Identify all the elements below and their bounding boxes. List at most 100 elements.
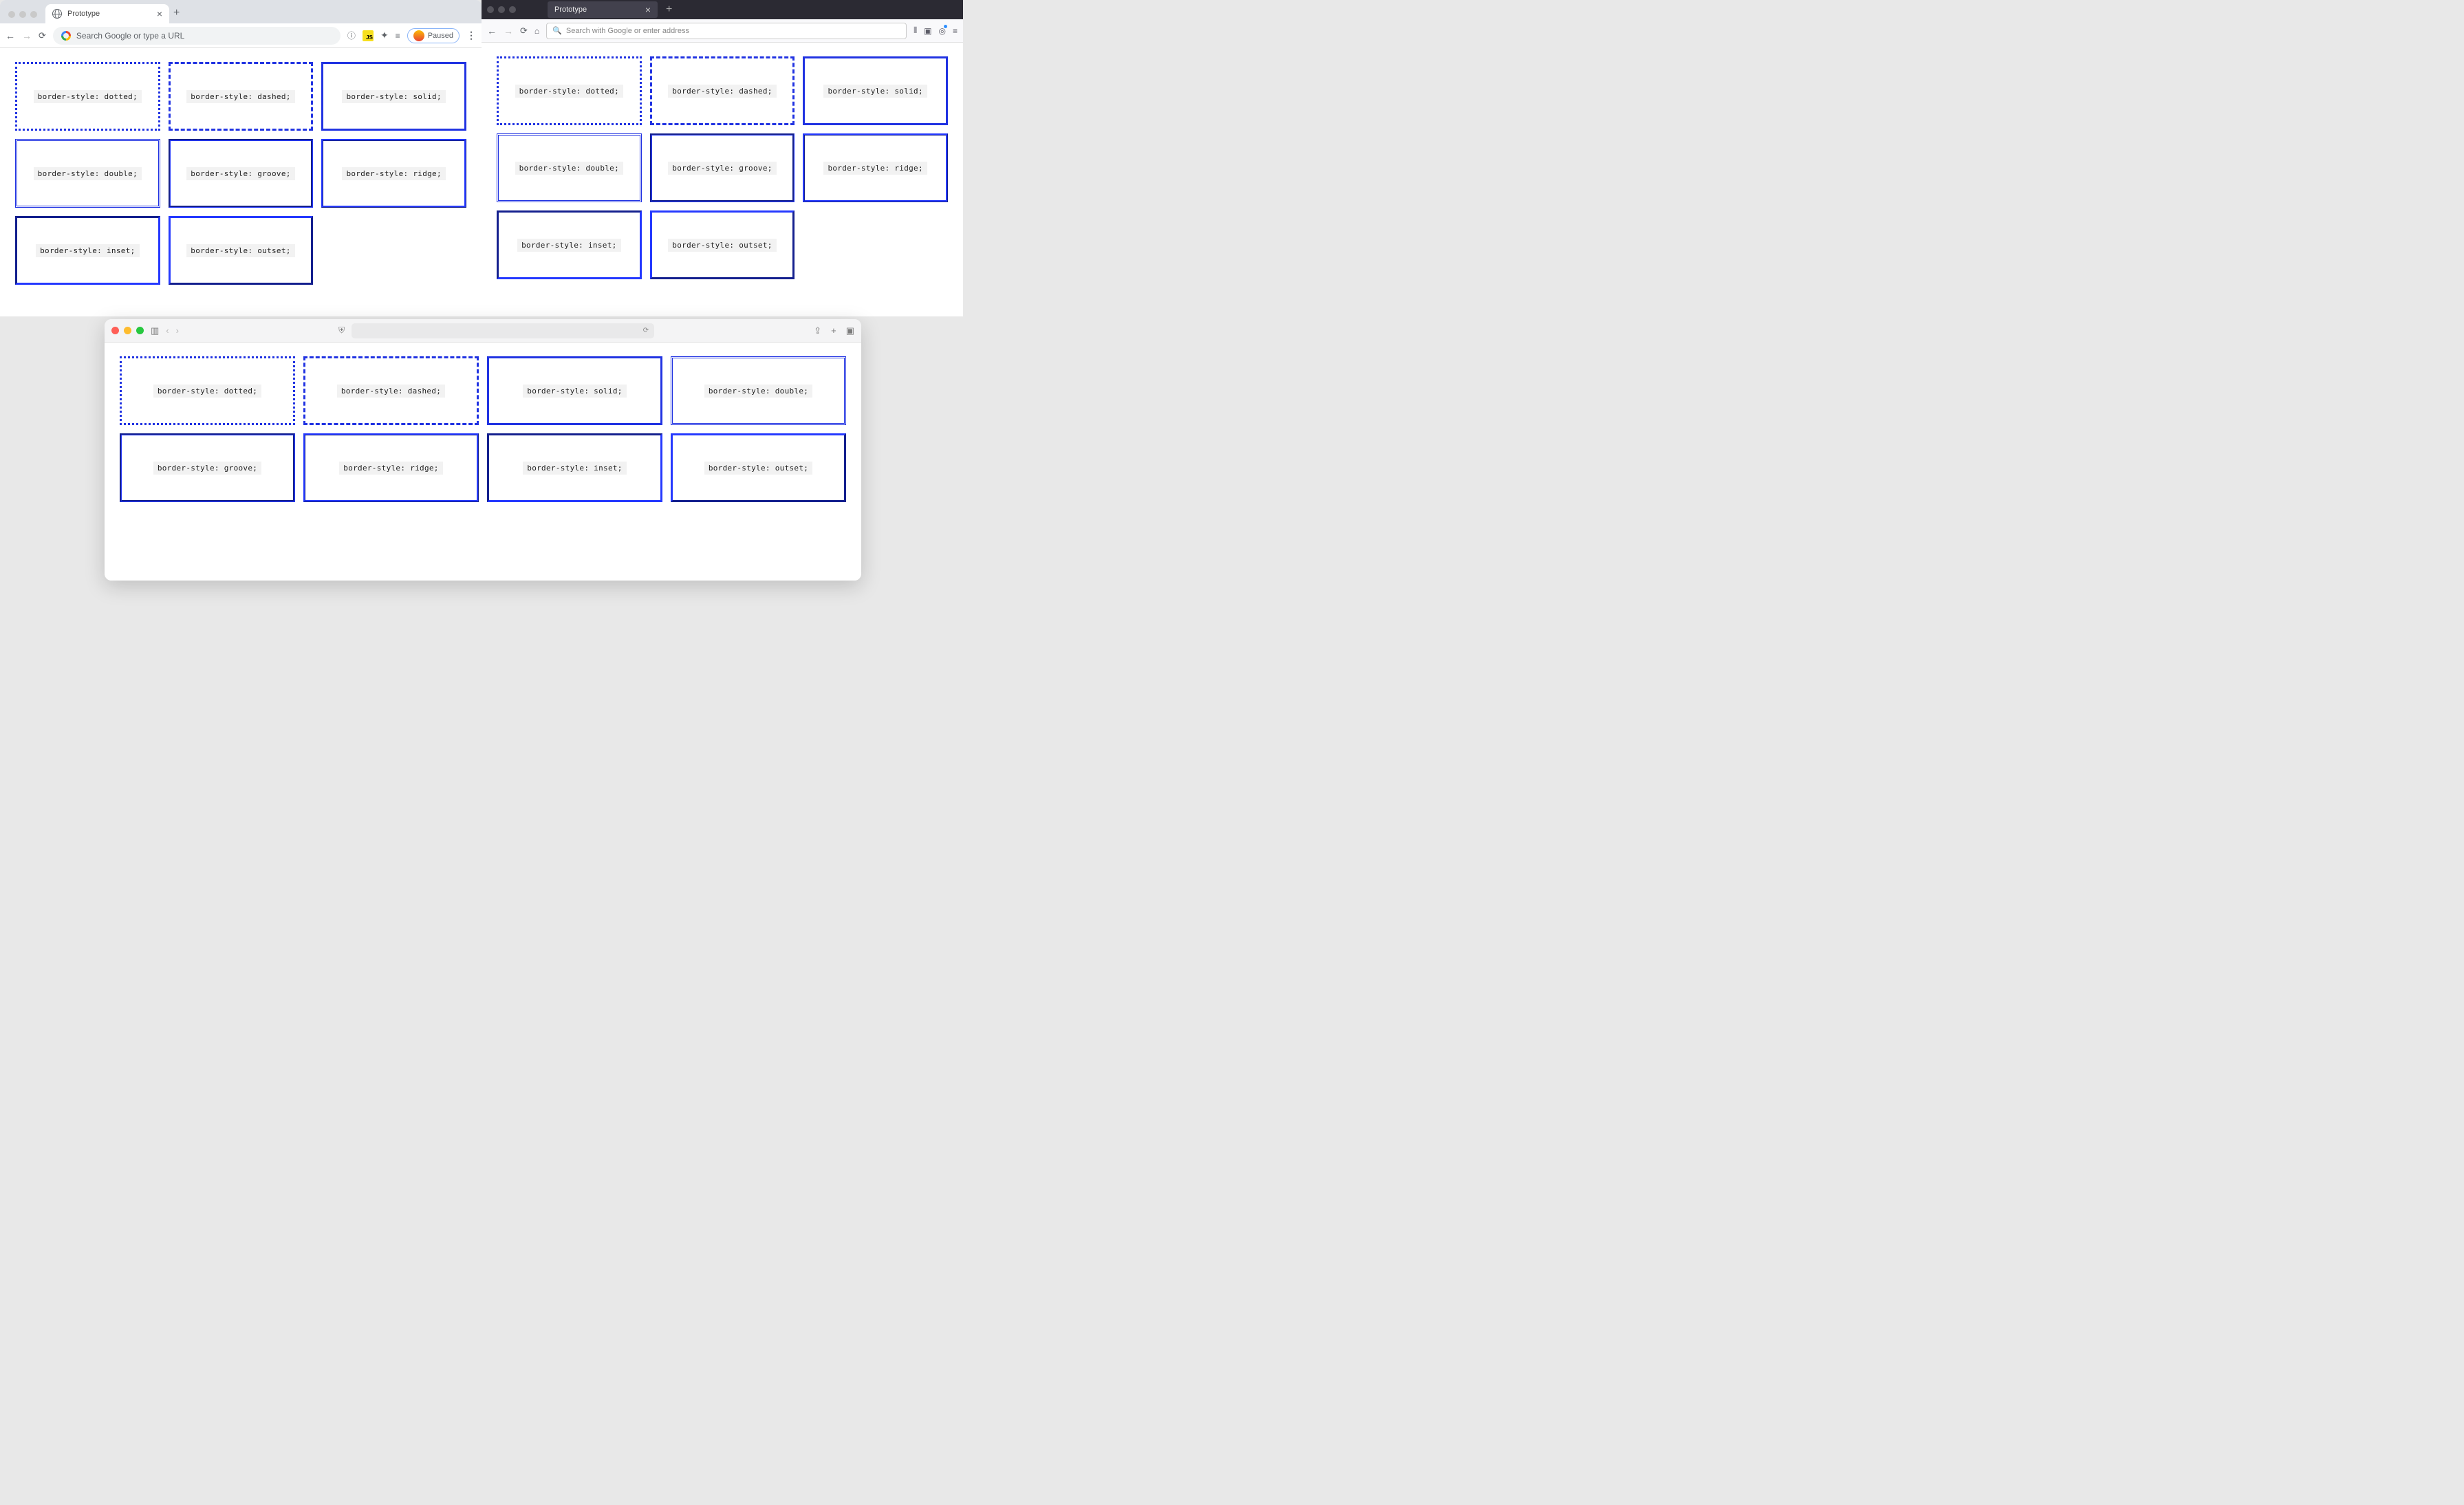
google-icon: [61, 31, 71, 41]
border-style-grid: border-style: dotted; border-style: dash…: [15, 62, 466, 285]
traffic-light-close[interactable]: [8, 11, 15, 18]
border-box-solid: border-style: solid;: [321, 62, 466, 131]
chrome-toolbar-icons: ⓘ JS ✦ ≡ Paused ⋮: [347, 28, 476, 43]
reading-list-icon[interactable]: ≡: [396, 31, 400, 41]
code-label: border-style: outset;: [668, 239, 776, 252]
border-box-dashed: border-style: dashed;: [169, 62, 314, 131]
new-tab-button[interactable]: +: [173, 7, 180, 23]
urlbar-placeholder: Search with Google or enter address: [566, 27, 689, 35]
code-label: border-style: double;: [704, 385, 812, 398]
reload-icon[interactable]: ⟳: [643, 327, 649, 334]
traffic-light-zoom[interactable]: [509, 6, 516, 13]
chrome-window: Prototype × + ← → ⟳ Search Google or typ…: [0, 0, 482, 316]
privacy-shield-icon[interactable]: ⛨: [338, 325, 345, 336]
traffic-light-zoom[interactable]: [136, 327, 144, 334]
safari-toolbar: ▥ ‹ › ⛨ ⟳ ⇪ + ▣: [105, 319, 861, 343]
share-icon[interactable]: ⇪: [814, 325, 821, 336]
code-label: border-style: solid;: [823, 85, 927, 98]
border-box-double: border-style: double;: [671, 356, 846, 425]
border-box-inset: border-style: inset;: [487, 433, 662, 502]
avatar-icon: [413, 30, 424, 41]
sidebar-icon[interactable]: ▥: [151, 325, 159, 336]
border-box-groove: border-style: groove;: [120, 433, 295, 502]
tabs-overview-icon[interactable]: ▣: [846, 325, 854, 336]
omnibox-placeholder: Search Google or type a URL: [76, 31, 184, 41]
sidebar-icon[interactable]: ▣: [924, 26, 931, 36]
new-tab-button[interactable]: +: [662, 3, 672, 16]
close-icon[interactable]: ×: [157, 8, 162, 19]
forward-button[interactable]: →: [504, 25, 513, 36]
chrome-toolbar: ← → ⟳ Search Google or type a URL ⓘ JS ✦…: [0, 23, 482, 48]
reload-button[interactable]: ⟳: [520, 25, 528, 36]
reload-button[interactable]: ⟳: [39, 30, 46, 41]
chrome-omnibox[interactable]: Search Google or type a URL: [53, 27, 341, 45]
forward-button[interactable]: →: [22, 30, 32, 41]
border-box-dashed: border-style: dashed;: [303, 356, 479, 425]
code-label: border-style: ridge;: [342, 167, 445, 180]
border-box-groove: border-style: groove;: [169, 139, 314, 208]
border-box-outset: border-style: outset;: [650, 210, 795, 279]
profile-label: Paused: [428, 32, 453, 40]
code-label: border-style: groove;: [186, 167, 294, 180]
traffic-light-minimize[interactable]: [19, 11, 26, 18]
border-box-outset: border-style: outset;: [671, 433, 846, 502]
safari-urlbar[interactable]: ⟳: [352, 323, 654, 338]
border-box-double: border-style: double;: [497, 133, 642, 202]
code-label: border-style: dashed;: [668, 85, 776, 98]
close-icon[interactable]: ×: [645, 4, 651, 15]
home-button[interactable]: ⌂: [534, 26, 539, 36]
code-label: border-style: solid;: [523, 385, 626, 398]
back-button[interactable]: ←: [6, 30, 15, 41]
firefox-tabstrip: Prototype × +: [482, 0, 963, 19]
code-label: border-style: dotted;: [515, 85, 623, 98]
border-box-dotted: border-style: dotted;: [497, 56, 642, 125]
globe-icon: [52, 9, 62, 19]
code-label: border-style: dashed;: [337, 385, 445, 398]
code-label: border-style: solid;: [342, 90, 445, 103]
code-label: border-style: ridge;: [823, 162, 927, 175]
back-button[interactable]: ←: [487, 25, 497, 36]
safari-window: ▥ ‹ › ⛨ ⟳ ⇪ + ▣ border-style: dotted; bo…: [105, 319, 861, 581]
chrome-tab[interactable]: Prototype ×: [45, 4, 169, 23]
traffic-light-close[interactable]: [487, 6, 494, 13]
code-label: border-style: double;: [515, 162, 623, 175]
new-tab-icon[interactable]: +: [831, 325, 836, 336]
traffic-light-zoom[interactable]: [30, 11, 37, 18]
border-box-inset: border-style: inset;: [497, 210, 642, 279]
firefox-traffic-lights: [487, 6, 543, 13]
back-button[interactable]: ‹: [166, 325, 169, 336]
traffic-light-close[interactable]: [111, 327, 119, 334]
info-icon[interactable]: ⓘ: [347, 30, 356, 41]
firefox-tab[interactable]: Prototype ×: [548, 1, 658, 18]
code-label: border-style: ridge;: [339, 462, 442, 475]
forward-button[interactable]: ›: [176, 325, 179, 336]
chrome-tabstrip: Prototype × +: [0, 0, 482, 23]
firefox-urlbar[interactable]: 🔍 Search with Google or enter address: [546, 23, 907, 39]
profile-chip[interactable]: Paused: [407, 28, 460, 43]
chrome-traffic-lights: [6, 11, 41, 23]
code-label: border-style: outset;: [186, 244, 294, 257]
traffic-light-minimize[interactable]: [124, 327, 131, 334]
border-box-ridge: border-style: ridge;: [803, 133, 948, 202]
menu-icon[interactable]: ≡: [953, 26, 958, 36]
js-extension-icon[interactable]: JS: [363, 30, 374, 41]
menu-icon[interactable]: ⋮: [466, 30, 476, 41]
border-box-ridge: border-style: ridge;: [303, 433, 479, 502]
traffic-light-minimize[interactable]: [498, 6, 505, 13]
border-box-dotted: border-style: dotted;: [15, 62, 160, 131]
border-box-inset: border-style: inset;: [15, 216, 160, 285]
extensions-icon[interactable]: ✦: [380, 30, 389, 41]
border-box-solid: border-style: solid;: [803, 56, 948, 125]
border-box-solid: border-style: solid;: [487, 356, 662, 425]
account-icon[interactable]: ◎: [939, 26, 946, 36]
code-label: border-style: groove;: [668, 162, 776, 175]
safari-traffic-lights: [111, 327, 144, 334]
border-box-dashed: border-style: dashed;: [650, 56, 795, 125]
code-label: border-style: double;: [34, 167, 142, 180]
firefox-window: Prototype × + ← → ⟳ ⌂ 🔍 Search with Goog…: [482, 0, 963, 316]
border-box-groove: border-style: groove;: [650, 133, 795, 202]
code-label: border-style: dotted;: [34, 90, 142, 103]
border-style-grid: border-style: dotted; border-style: dash…: [120, 356, 846, 502]
firefox-page-content: border-style: dotted; border-style: dash…: [482, 43, 963, 316]
library-icon[interactable]: ⫴: [914, 25, 917, 36]
